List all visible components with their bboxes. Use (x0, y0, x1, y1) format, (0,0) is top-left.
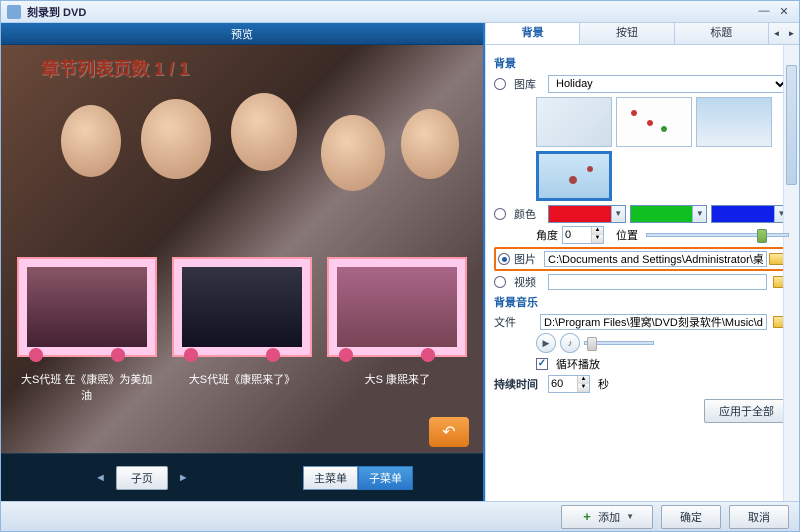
duration-down[interactable]: ▼ (577, 384, 589, 392)
thumb-caption: 大S代班《康煕来了》 (172, 371, 312, 387)
tab-background[interactable]: 背景 (486, 23, 580, 44)
angle-up[interactable]: ▲ (591, 227, 603, 235)
duration-input[interactable] (549, 377, 577, 391)
angle-input[interactable] (563, 228, 591, 242)
bg-section-title: 背景 (494, 55, 789, 71)
volume-slider[interactable] (584, 341, 654, 345)
preview-footer: ◄ 子页 ► 主菜单 子菜单 (1, 453, 483, 501)
play-button[interactable]: ▶ (536, 333, 556, 353)
sub-menu-tab[interactable]: 子菜单 (358, 466, 413, 490)
image-row-highlighted: 图片 (494, 247, 789, 271)
library-thumbnails (536, 97, 789, 201)
mute-button[interactable]: ♪ (560, 333, 580, 353)
bg-thumbnail[interactable] (616, 97, 692, 147)
chapter-thumb[interactable]: 大S代班《康煕来了》 (172, 257, 312, 403)
thumb-caption: 大S 康煕来了 (327, 371, 467, 387)
panel-scrollbar[interactable] (783, 45, 799, 501)
radio-image[interactable] (498, 253, 510, 265)
angle-spinner[interactable]: ▲▼ (562, 226, 604, 244)
preview-body: 章节列表页数 1 / 1 大S代班 在《康煕》为美加油 大S代班《康煕来了》 大… (1, 45, 483, 453)
tab-button[interactable]: 按钮 (580, 23, 674, 44)
duration-label: 持续时间 (494, 376, 538, 392)
music-path-input[interactable] (540, 314, 767, 330)
main-menu-tab[interactable]: 主菜单 (303, 466, 358, 490)
minimize-button[interactable]: — (755, 5, 773, 19)
cancel-button[interactable]: 取消 (729, 505, 789, 529)
angle-down[interactable]: ▼ (591, 235, 603, 243)
close-button[interactable]: ✕ (775, 5, 793, 19)
add-label: 添加 (598, 509, 620, 525)
settings-pane: 背景 按钮 标题 ◄ ► 背景 图库 Holiday (485, 23, 799, 501)
add-button[interactable]: + 添加 ▼ (561, 505, 653, 529)
color-picker-1[interactable]: ▼ (548, 205, 626, 223)
bg-thumbnail-selected[interactable] (536, 151, 612, 201)
preview-pane: 预览 章节列表页数 1 / 1 大S代班 在《康煕》为美加油 (1, 23, 485, 501)
subpage-button[interactable]: 子页 (116, 466, 168, 490)
app-icon (7, 5, 21, 19)
chapter-thumb[interactable]: 大S 康煕来了 (327, 257, 467, 403)
color-picker-3[interactable]: ▼ (711, 205, 789, 223)
undo-button[interactable]: ↶ (429, 417, 469, 447)
chapter-thumb[interactable]: 大S代班 在《康煕》为美加油 (17, 257, 157, 403)
file-label: 文件 (494, 314, 524, 330)
duration-spinner[interactable]: ▲▼ (548, 375, 590, 393)
position-slider[interactable] (646, 233, 789, 237)
angle-label: 角度 (536, 227, 558, 243)
image-path-input[interactable] (544, 251, 767, 267)
ok-button[interactable]: 确定 (661, 505, 721, 529)
chapter-indicator: 章节列表页数 1 / 1 (41, 55, 189, 81)
library-select[interactable]: Holiday (548, 75, 789, 93)
loop-label: 循环播放 (556, 356, 600, 372)
video-path-input[interactable] (548, 274, 767, 290)
loop-checkbox[interactable] (536, 358, 548, 370)
image-label: 图片 (514, 251, 544, 267)
settings-panel: 背景 图库 Holiday (486, 45, 799, 501)
chevron-down-icon: ▼ (626, 512, 634, 521)
color-label: 颜色 (514, 206, 544, 222)
bg-thumbnail[interactable] (696, 97, 772, 147)
tab-scroll-right[interactable]: ► (784, 23, 799, 44)
tab-scroll-left[interactable]: ◄ (769, 23, 784, 44)
video-label: 视频 (514, 274, 544, 290)
tab-title[interactable]: 标题 (675, 23, 769, 44)
preview-header: 预览 (1, 23, 483, 45)
color-picker-2[interactable]: ▼ (630, 205, 708, 223)
radio-library[interactable] (494, 78, 506, 90)
settings-tabs: 背景 按钮 标题 ◄ ► (486, 23, 799, 45)
bg-thumbnail[interactable] (536, 97, 612, 147)
bottom-bar: + 添加 ▼ 确定 取消 (1, 501, 799, 531)
radio-color[interactable] (494, 208, 506, 220)
plus-icon: + (580, 510, 594, 524)
music-section-title: 背景音乐 (494, 294, 789, 310)
radio-video[interactable] (494, 276, 506, 288)
next-page-button[interactable]: ► (174, 470, 193, 486)
duration-unit: 秒 (598, 376, 609, 392)
titlebar: 刻录到 DVD — ✕ (1, 1, 799, 23)
menu-type-toggle: 主菜单 子菜单 (303, 466, 413, 490)
duration-up[interactable]: ▲ (577, 376, 589, 384)
apply-all-button[interactable]: 应用于全部 (704, 399, 789, 423)
library-label: 图库 (514, 76, 544, 92)
window-title: 刻录到 DVD (27, 4, 86, 20)
position-label: 位置 (616, 227, 638, 243)
thumb-caption: 大S代班 在《康煕》为美加油 (17, 371, 157, 403)
prev-page-button[interactable]: ◄ (91, 470, 110, 486)
